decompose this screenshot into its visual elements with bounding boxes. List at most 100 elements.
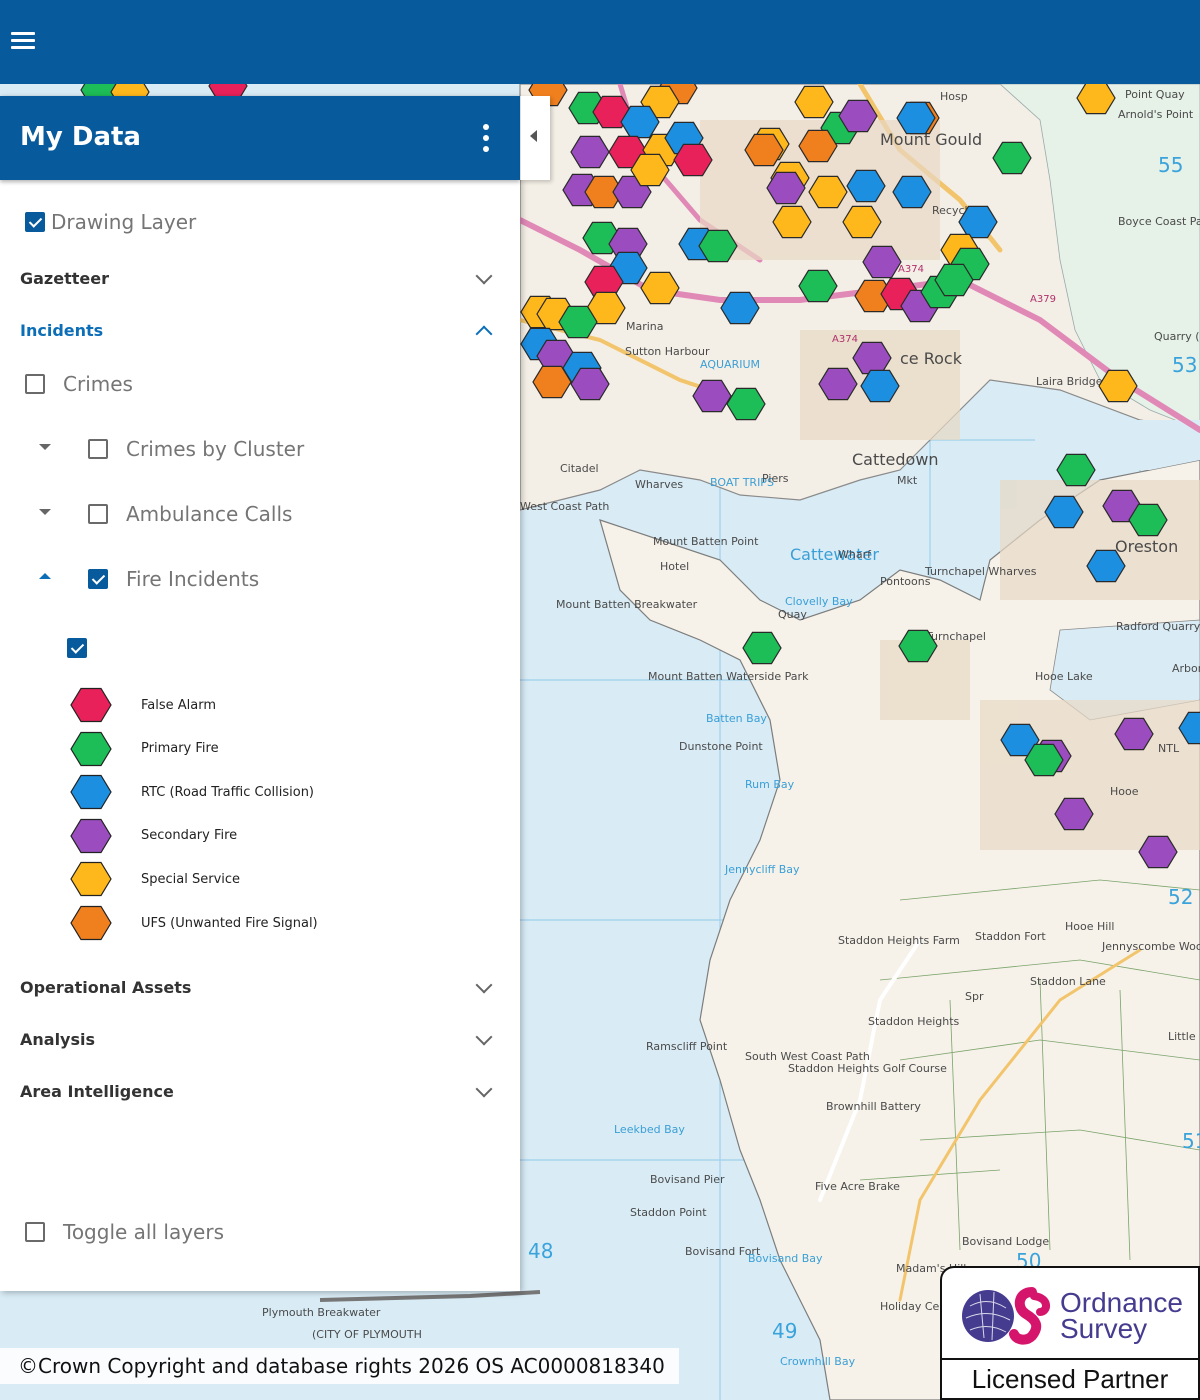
map-copyright: ©Crown Copyright and database rights 202… bbox=[0, 1348, 679, 1384]
map-place-label: Staddon Heights bbox=[868, 1015, 960, 1028]
crimes-by-cluster-checkbox[interactable] bbox=[88, 439, 108, 459]
map-place-label: Wharves bbox=[635, 478, 683, 491]
incidents-collapse-icon[interactable] bbox=[475, 325, 493, 343]
analysis-expand-icon[interactable] bbox=[475, 1028, 493, 1046]
map-place-label: Bovisand Bay bbox=[748, 1252, 823, 1265]
map-place-label: Hooe Lake bbox=[1035, 670, 1093, 683]
map-place-label: South West Coast Path bbox=[745, 1050, 870, 1063]
crimes-by-cluster-expand-icon[interactable] bbox=[39, 444, 51, 450]
fire-incidents-row: Fire Incidents bbox=[88, 567, 259, 591]
map-place-label: Quarry (dis) bbox=[1154, 330, 1200, 343]
map-place-label: Point Quay bbox=[1125, 88, 1185, 101]
map-place-label: Pontoons bbox=[880, 575, 931, 588]
drawing-layer-row: Drawing Layer bbox=[25, 210, 196, 234]
map-place-label: Marina bbox=[626, 320, 664, 333]
map-place-label: NTL bbox=[1158, 742, 1180, 755]
map-place-label: Jennyscombe Wood bbox=[1101, 940, 1200, 953]
gazetteer-section[interactable]: Gazetteer bbox=[20, 269, 109, 288]
more-options-icon[interactable] bbox=[480, 124, 492, 152]
legend-label: Primary Fire bbox=[141, 741, 219, 757]
hexagon-marker-icon bbox=[70, 862, 112, 897]
map-place-label: Jennycliff Bay bbox=[724, 863, 800, 876]
my-data-panel: My Data Drawing Layer Gazetteer Incident… bbox=[0, 96, 520, 1291]
ambulance-calls-checkbox[interactable] bbox=[88, 504, 108, 524]
operational-assets-expand-icon[interactable] bbox=[475, 976, 493, 994]
map-place-label: ce Rock bbox=[900, 349, 963, 368]
map-place-label: Spr bbox=[965, 990, 984, 1003]
drawing-layer-checkbox[interactable] bbox=[25, 212, 45, 232]
crimes-by-cluster-label: Crimes by Cluster bbox=[126, 437, 305, 461]
toggle-all-layers-checkbox[interactable] bbox=[25, 1222, 45, 1242]
map-place-label: Citadel bbox=[560, 462, 599, 475]
map-road-number: A379 bbox=[1030, 294, 1056, 305]
map-grid-number: 55 bbox=[1158, 153, 1183, 177]
map-place-label: Staddon Lane bbox=[1030, 975, 1106, 988]
map-place-label: Bovisand Lodge bbox=[962, 1235, 1049, 1248]
ordnance-survey-logo-icon bbox=[962, 1287, 1050, 1345]
map-place-label: Recycl bbox=[932, 204, 968, 217]
collapse-panel-button[interactable] bbox=[520, 96, 550, 180]
fire-legend-select-all bbox=[67, 638, 87, 658]
area-intelligence-section[interactable]: Area Intelligence bbox=[20, 1082, 174, 1101]
toggle-all-layers-row: Toggle all layers bbox=[25, 1220, 224, 1244]
map-place-label: Staddon Heights Farm bbox=[838, 934, 960, 947]
area-intelligence-expand-icon[interactable] bbox=[475, 1080, 493, 1098]
legend-item: Special Service bbox=[70, 860, 240, 898]
legend-label: UFS (Unwanted Fire Signal) bbox=[141, 915, 318, 931]
map-place-label: Ramscliff Point bbox=[646, 1040, 728, 1053]
map-place-label: Mount Batten Breakwater bbox=[556, 598, 698, 611]
ambulance-calls-expand-icon[interactable] bbox=[39, 509, 51, 515]
map-place-label: Leekbed Bay bbox=[614, 1123, 685, 1136]
ambulance-calls-row: Ambulance Calls bbox=[88, 502, 292, 526]
map-place-label: Radford Quarry (dis) bbox=[1116, 620, 1200, 633]
map-grid-number: 48 bbox=[528, 1239, 553, 1263]
os-name: Ordnance Survey bbox=[1060, 1289, 1183, 1343]
map-place-label: Staddon Fort bbox=[975, 930, 1046, 943]
hexagon-marker-icon bbox=[70, 731, 112, 766]
licensed-partner-footer: Licensed Partner bbox=[942, 1358, 1198, 1398]
map-place-label: West Coast Path bbox=[520, 500, 609, 513]
crimes-by-cluster-row: Crimes by Cluster bbox=[88, 437, 304, 461]
map-place-label: Quay bbox=[778, 608, 807, 621]
fire-incidents-collapse-icon[interactable] bbox=[39, 573, 51, 579]
legend-item: RTC (Road Traffic Collision) bbox=[70, 773, 314, 811]
analysis-section[interactable]: Analysis bbox=[20, 1030, 95, 1049]
crimes-label: Crimes bbox=[63, 372, 133, 396]
map-place-label: Mount Gould bbox=[880, 130, 982, 149]
legend-label: RTC (Road Traffic Collision) bbox=[141, 784, 315, 800]
operational-assets-section[interactable]: Operational Assets bbox=[20, 978, 191, 997]
map-place-label: Mount Batten Point bbox=[653, 535, 759, 548]
crimes-checkbox[interactable] bbox=[25, 374, 45, 394]
map-place-label: Staddon Point bbox=[630, 1206, 707, 1219]
gazetteer-expand-icon[interactable] bbox=[475, 267, 493, 285]
fire-legend-select-all-checkbox[interactable] bbox=[67, 638, 87, 658]
map-place-label: Hotel bbox=[660, 560, 689, 573]
map-road-number: A374 bbox=[832, 334, 858, 345]
area-intelligence-label: Area Intelligence bbox=[20, 1082, 174, 1101]
map-place-label: Crownhill Bay bbox=[780, 1355, 856, 1368]
chevron-left-icon bbox=[530, 130, 537, 142]
os-licensed-partner-badge: Ordnance Survey Licensed Partner bbox=[940, 1266, 1200, 1400]
analysis-label: Analysis bbox=[20, 1030, 96, 1049]
map-place-label: Dunstone Point bbox=[679, 740, 763, 753]
map-place-label: AQUARIUM bbox=[700, 358, 760, 371]
map-grid-number: 52 bbox=[1168, 885, 1193, 909]
legend-item: False Alarm bbox=[70, 686, 216, 724]
map-place-label: Wharf bbox=[838, 548, 872, 561]
map-grid-number: 53 bbox=[1172, 353, 1197, 377]
fire-incidents-checkbox[interactable] bbox=[88, 569, 108, 589]
copyright-text: ©Crown Copyright and database rights 202… bbox=[18, 1354, 665, 1378]
map-grid-number: 49 bbox=[772, 1319, 797, 1343]
hexagon-marker-icon bbox=[70, 687, 112, 723]
map-place-label: Cattedown bbox=[852, 450, 939, 469]
fire-incidents-label: Fire Incidents bbox=[126, 567, 260, 591]
hamburger-menu-icon[interactable] bbox=[8, 27, 38, 55]
map-place-label: Hosp bbox=[940, 90, 968, 103]
legend-label: False Alarm bbox=[141, 697, 217, 713]
map-place-label: Five Acre Brake bbox=[815, 1180, 900, 1193]
legend-label: Special Service bbox=[141, 871, 241, 887]
map-place-label: (CITY OF PLYMOUTH bbox=[312, 1328, 422, 1341]
map-place-label: Staddon Heights Golf Course bbox=[788, 1062, 947, 1075]
incidents-section[interactable]: Incidents bbox=[20, 321, 103, 340]
gazetteer-label: Gazetteer bbox=[20, 269, 109, 288]
